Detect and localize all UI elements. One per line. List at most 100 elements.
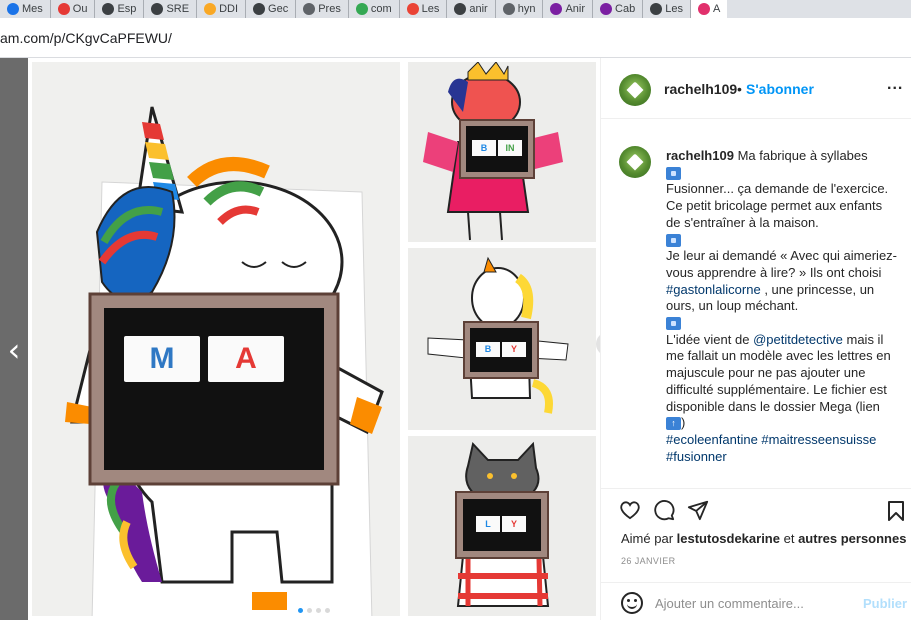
browser-tab[interactable]: A xyxy=(690,0,728,18)
previous-post-arrow-icon[interactable]: ‹ xyxy=(2,330,26,370)
syllable-tile-l: L xyxy=(476,516,500,532)
tab-label: Ou xyxy=(72,3,88,15)
heart-icon xyxy=(626,81,644,99)
syllable-tile-2: A xyxy=(208,336,284,382)
save-bookmark-icon[interactable] xyxy=(887,500,905,522)
tab-favicon-icon xyxy=(253,3,266,15)
liked-others[interactable]: autres personnes xyxy=(798,531,906,546)
tab-label: Mes xyxy=(22,3,43,15)
comment-icon[interactable] xyxy=(653,499,675,521)
divider xyxy=(601,582,911,583)
browser-tab[interactable]: Ou xyxy=(51,0,96,18)
browser-tab-strip: Mes Ou Esp SRE DDI Gec Pres com Les anir hyn Anir Ca… xyxy=(0,0,911,18)
arrow-up-emoji-icon: ↑ xyxy=(666,417,681,431)
publish-button[interactable]: Publier xyxy=(863,596,907,611)
carousel-indicator xyxy=(298,608,330,613)
more-options-icon[interactable]: ... xyxy=(887,76,903,94)
tab-favicon-icon xyxy=(303,3,316,15)
tab-label: hyn xyxy=(517,3,536,15)
divider xyxy=(601,488,911,489)
post-author-username[interactable]: rachelh109 xyxy=(664,81,737,97)
tab-favicon-icon xyxy=(355,3,368,15)
syllable-tile-y3: Y xyxy=(502,516,526,532)
tab-label: anir xyxy=(469,3,488,15)
post-view: ‹ M A B IN B Y L Y rachelh109 • S'abonne… xyxy=(0,58,911,620)
syllable-tile-in: IN xyxy=(498,140,522,156)
browser-tab[interactable]: Gec xyxy=(246,0,297,18)
tab-label: Gec xyxy=(268,3,289,15)
left-overlay: ‹ xyxy=(0,58,28,620)
syllable-tile-1: M xyxy=(124,336,200,382)
tab-label: SRE xyxy=(166,3,190,15)
like-heart-icon[interactable] xyxy=(619,500,641,520)
emoji-icon xyxy=(666,233,681,247)
caption-paragraph-3: L'idée vient de @petitdetective mais il … xyxy=(666,331,891,431)
tab-favicon-icon xyxy=(406,3,419,15)
browser-tab[interactable]: Cab xyxy=(593,0,644,18)
liked-by-user[interactable]: lestutosdekarine xyxy=(677,531,780,546)
comment-input[interactable]: Ajouter un commentaire... xyxy=(655,596,804,611)
browser-tab[interactable]: Mes xyxy=(0,0,51,18)
tab-label: Les xyxy=(421,3,440,15)
photo-wolf: L Y xyxy=(408,436,596,616)
url-text[interactable]: am.com/p/CKgvCaPFEWU/ xyxy=(0,30,172,46)
tab-label: A xyxy=(712,3,721,15)
tab-label: Esp xyxy=(117,3,137,15)
browser-tab[interactable]: anir xyxy=(447,0,496,18)
photo-unicorn-main: M A xyxy=(32,62,400,616)
tab-label: Les xyxy=(665,3,683,15)
tab-favicon-icon xyxy=(600,3,613,15)
browser-tab[interactable]: com xyxy=(349,0,400,18)
post-date[interactable]: 26 JANVIER xyxy=(621,556,676,566)
carousel-dot-active xyxy=(298,608,303,613)
syllable-tile-b: B xyxy=(472,140,496,156)
divider xyxy=(601,118,911,119)
tab-favicon-icon xyxy=(151,3,164,15)
tab-favicon-icon xyxy=(650,3,663,15)
tab-favicon-icon xyxy=(7,3,19,15)
tab-label: Pres xyxy=(318,3,341,15)
photo-unicorn-small: B Y xyxy=(408,248,596,430)
heart-icon xyxy=(626,153,644,171)
caption-hashtags[interactable]: #ecoleenfantine #maitresseensuisse #fusi… xyxy=(666,432,898,465)
tab-favicon-icon xyxy=(204,3,217,15)
browser-tab[interactable]: Esp xyxy=(95,0,145,18)
tab-label: DDI xyxy=(219,3,239,15)
caption-paragraph-2: Je leur ai demandé « Avec qui aimeriez-v… xyxy=(666,248,897,314)
browser-tab[interactable]: DDI xyxy=(197,0,247,18)
tab-label: com xyxy=(370,3,392,15)
carousel-dot xyxy=(307,608,312,613)
emoji-picker-icon[interactable] xyxy=(621,592,643,614)
syllable-tile-y2: Y xyxy=(502,342,526,357)
browser-tab[interactable]: Les xyxy=(643,0,691,18)
browser-tab[interactable]: SRE xyxy=(144,0,198,18)
post-caption: rachelh109 Ma fabrique à syllabes Fusion… xyxy=(666,148,898,465)
address-bar[interactable]: am.com/p/CKgvCaPFEWU/ xyxy=(0,18,911,58)
caption-username[interactable]: rachelh109 xyxy=(666,148,734,163)
hashtag-link[interactable]: #gastonlalicorne xyxy=(666,282,761,297)
follow-button[interactable]: S'abonner xyxy=(746,81,814,97)
tab-favicon-icon xyxy=(502,3,515,15)
small-unicorn-illustration xyxy=(408,248,596,430)
share-icon[interactable] xyxy=(687,499,709,521)
tab-favicon-icon xyxy=(102,3,115,15)
browser-tab[interactable]: Anir xyxy=(543,0,594,18)
photo-princess: B IN xyxy=(408,62,596,242)
mention-link[interactable]: @petitdetective xyxy=(753,332,843,347)
emoji-icon xyxy=(666,166,681,180)
avatar[interactable] xyxy=(619,74,651,106)
tab-label: Anir xyxy=(565,3,586,15)
browser-tab[interactable]: hyn xyxy=(496,0,544,18)
likes-summary: Aimé par lestutosdekarine et autres pers… xyxy=(621,531,907,546)
caption-avatar[interactable] xyxy=(619,146,651,178)
browser-tab[interactable]: Les xyxy=(400,0,448,18)
tab-favicon-icon xyxy=(57,3,70,15)
carousel-dot xyxy=(325,608,330,613)
browser-tab[interactable]: Pres xyxy=(296,0,349,18)
tab-favicon-icon xyxy=(697,3,710,15)
separator-dot: • xyxy=(737,81,742,97)
post-media-carousel[interactable]: M A B IN B Y L Y xyxy=(28,58,620,620)
caption-title: Ma fabrique à syllabes xyxy=(737,148,868,163)
post-sidebar: rachelh109 • S'abonner ... rachelh109 Ma… xyxy=(600,58,911,620)
syllable-tile-b2: B xyxy=(476,342,500,357)
